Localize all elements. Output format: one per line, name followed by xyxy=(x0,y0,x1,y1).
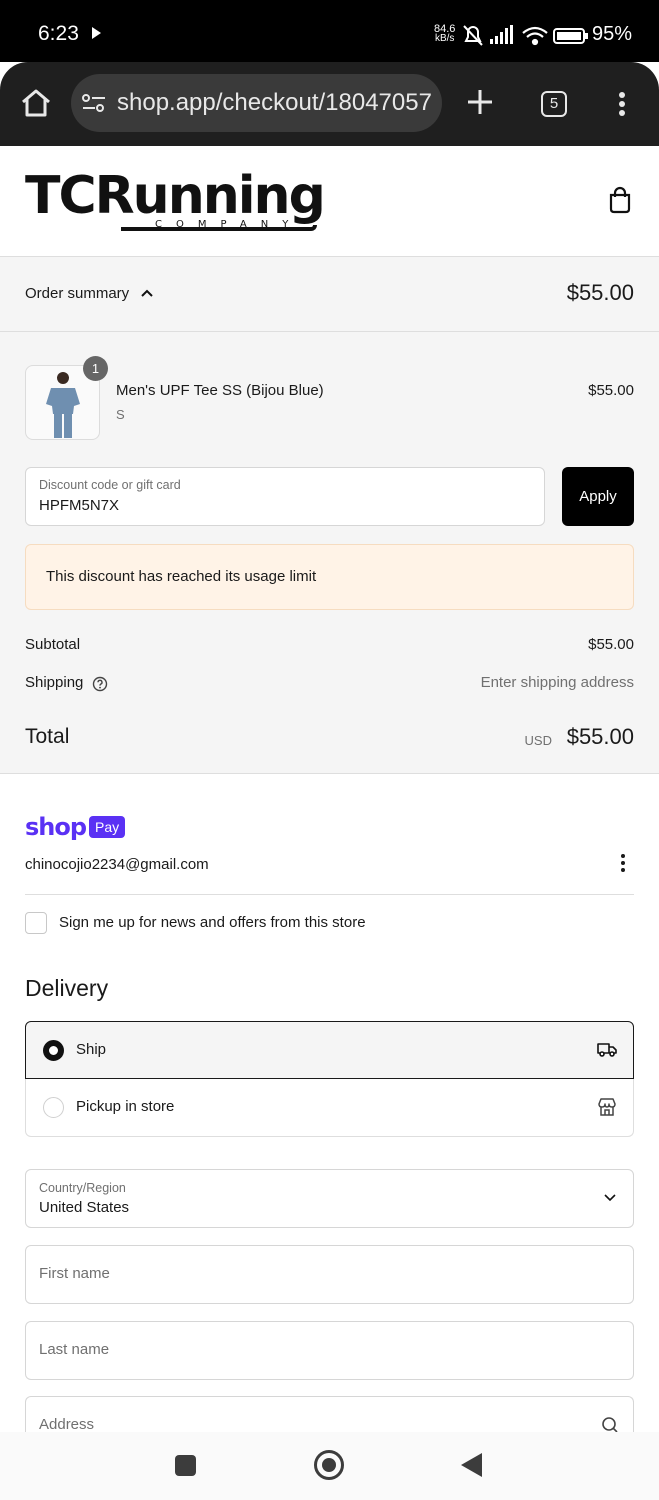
account-menu-icon[interactable] xyxy=(621,854,626,875)
product-variant: S xyxy=(116,407,125,422)
truck-icon xyxy=(597,1043,617,1057)
url-bar[interactable]: shop.app/checkout/18047057 xyxy=(71,74,442,132)
ship-radio[interactable] xyxy=(43,1040,64,1061)
delivery-heading: Delivery xyxy=(25,975,109,1001)
product-price: $55.00 xyxy=(588,382,634,399)
quantity-badge: 1 xyxy=(83,356,108,381)
recent-apps-button[interactable] xyxy=(175,1455,196,1476)
shipping-value: Enter shipping address xyxy=(480,674,634,691)
order-summary-total: $55.00 xyxy=(566,280,634,305)
subtotal-value: $55.00 xyxy=(588,636,634,653)
total-value: $55.00 xyxy=(566,724,634,749)
last-name-field[interactable]: Last name xyxy=(25,1321,634,1380)
url-text[interactable]: shop.app/checkout/18047057 xyxy=(117,89,432,117)
logo-subtext: COMPANY xyxy=(155,219,303,230)
browser-menu-icon[interactable] xyxy=(619,92,625,119)
delivery-option-ship[interactable]: Ship xyxy=(25,1021,634,1079)
help-icon[interactable] xyxy=(92,676,108,692)
subtotal-label: Subtotal xyxy=(25,636,81,653)
browser-toolbar: shop.app/checkout/18047057 5 xyxy=(0,62,659,146)
media-play-icon xyxy=(92,27,101,39)
first-name-field[interactable]: First name xyxy=(25,1245,634,1304)
chevron-up-icon[interactable] xyxy=(141,289,153,297)
delivery-option-pickup[interactable]: Pickup in store xyxy=(25,1079,634,1137)
order-summary-toggle[interactable]: Order summary $55.00 xyxy=(0,257,659,332)
logo-text: TCRunning xyxy=(25,166,326,226)
discount-code-label: Discount code or gift card xyxy=(39,478,181,492)
shop-pay-logo: shop Pay xyxy=(25,813,126,841)
bell-off-icon xyxy=(463,25,483,46)
discount-code-value[interactable]: HPFM5N7X xyxy=(39,497,119,514)
address-placeholder[interactable]: Address xyxy=(39,1416,94,1432)
total-label: Total xyxy=(25,725,70,748)
ship-label[interactable]: Ship xyxy=(76,1041,106,1058)
status-time: 6:23 xyxy=(38,22,79,45)
shipping-label: Shipping xyxy=(25,674,84,691)
country-value[interactable]: United States xyxy=(39,1199,129,1216)
last-name-placeholder[interactable]: Last name xyxy=(39,1341,109,1358)
store-header: TCRunning COMPANY xyxy=(0,146,659,257)
home-button[interactable] xyxy=(314,1450,344,1480)
newsletter-label[interactable]: Sign me up for news and offers from this… xyxy=(59,914,366,931)
network-rate-unit: kB/s xyxy=(434,33,455,44)
battery-icon xyxy=(553,28,588,44)
country-select[interactable]: Country/Region United States xyxy=(25,1169,634,1228)
first-name-placeholder[interactable]: First name xyxy=(39,1265,110,1282)
store-logo[interactable]: TCRunning COMPANY xyxy=(25,166,326,231)
signal-icon xyxy=(490,25,513,44)
account-email: chinocojio2234@gmail.com xyxy=(25,856,209,873)
newsletter-checkbox[interactable] xyxy=(25,912,47,934)
new-tab-icon[interactable] xyxy=(466,88,494,116)
country-label: Country/Region xyxy=(39,1181,126,1195)
shop-pay-brand: shop xyxy=(25,813,87,841)
search-icon[interactable] xyxy=(601,1416,619,1432)
address-field[interactable]: Address xyxy=(25,1396,634,1432)
total-currency: USD xyxy=(524,733,552,748)
apply-discount-button[interactable]: Apply xyxy=(562,467,634,526)
discount-error-text: This discount has reached its usage limi… xyxy=(46,568,317,585)
wifi-icon xyxy=(522,26,548,46)
shopping-bag-icon[interactable] xyxy=(608,186,632,214)
back-button[interactable] xyxy=(461,1453,482,1477)
tab-switcher-button[interactable]: 5 xyxy=(541,91,567,117)
order-summary-panel: 1 Men's UPF Tee SS (Bijou Blue) S $55.00… xyxy=(0,332,659,774)
store-icon xyxy=(598,1098,616,1116)
discount-error-notice: This discount has reached its usage limi… xyxy=(25,544,634,610)
network-rate: 84.6 kB/s xyxy=(434,24,455,44)
battery-percent: 95% xyxy=(592,23,633,45)
home-icon[interactable] xyxy=(20,88,52,118)
pickup-label[interactable]: Pickup in store xyxy=(76,1098,174,1115)
product-name: Men's UPF Tee SS (Bijou Blue) xyxy=(116,382,324,399)
status-icons xyxy=(463,25,588,46)
system-nav-bar xyxy=(0,1432,659,1500)
site-settings-icon[interactable] xyxy=(81,93,107,113)
discount-code-field[interactable]: Discount code or gift card HPFM5N7X xyxy=(25,467,545,526)
divider xyxy=(25,894,634,895)
shop-pay-badge: Pay xyxy=(89,816,126,838)
order-summary-label[interactable]: Order summary xyxy=(25,285,129,302)
status-bar: 6:23 84.6 kB/s 95% xyxy=(0,0,659,62)
pickup-radio[interactable] xyxy=(43,1097,64,1118)
chevron-down-icon[interactable] xyxy=(604,1194,616,1202)
